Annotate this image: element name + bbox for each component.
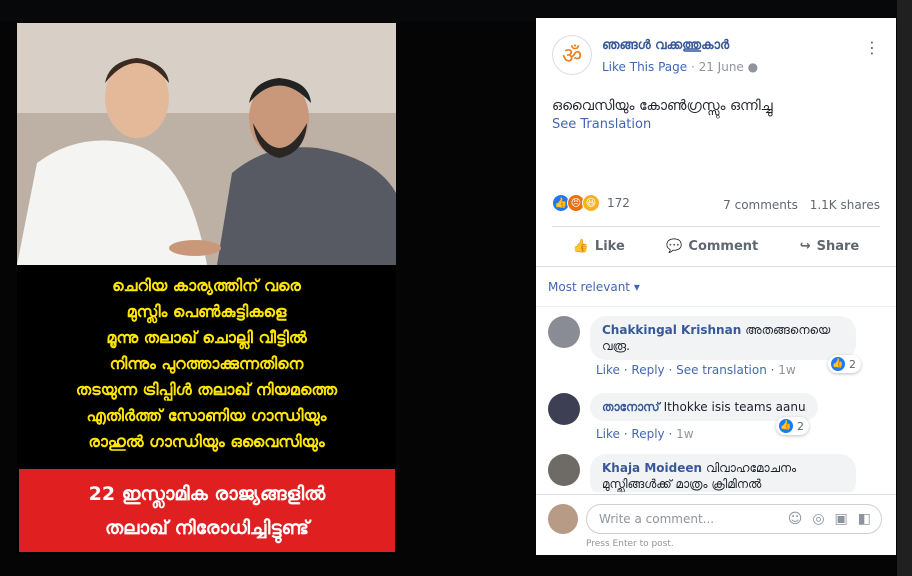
comment-composer: Write a comment... ☺ ◎ ▣ ◧ Press Enter t… (536, 494, 896, 555)
share-button[interactable]: ↪ Share (800, 239, 860, 254)
caret-down-icon: ▾ (633, 280, 640, 294)
comment-item: Chakkingal Krishnan അതങ്ങനെയെ വരൂ. 👍 2 Lik… (548, 316, 888, 382)
post-date[interactable]: 21 June (699, 60, 744, 74)
share-button-label: Share (816, 238, 860, 254)
red-caption-line: 22 ഇസ്ലാമിക രാജ്യങ്ങളിൽ (88, 483, 326, 505)
gif-icon[interactable]: ▣ (835, 505, 848, 533)
comment-actions: Like · Reply · 1w (596, 427, 694, 441)
user-avatar (548, 504, 578, 534)
sticker-icon[interactable]: ◧ (858, 505, 871, 533)
thumbs-up-icon: 👍 (572, 238, 589, 254)
camera-icon[interactable]: ◎ (812, 505, 824, 533)
photo-area (17, 23, 396, 265)
divider (536, 266, 896, 267)
comment-like-link[interactable]: Like (596, 363, 620, 377)
image-caption-yellow: ചെറിയ കാര്യത്തിന് വരെ മുസ്ലിം പെൺകുട്ടിക… (17, 273, 396, 455)
caption-line: എതിർത്ത് സോണിയ ഗാന്ധിയും (86, 406, 327, 425)
comment-actions: Like · Reply · See translation · 1w (596, 363, 796, 377)
commenter-avatar[interactable] (548, 393, 580, 425)
more-options-icon[interactable]: ⋮ (864, 38, 880, 57)
globe-icon: ● (747, 60, 759, 74)
like-button-label: Like (594, 238, 625, 254)
comment-reply-link[interactable]: Reply (631, 363, 664, 377)
caption-line: നിന്നും പുറത്താക്കുന്നതിനെ (109, 354, 304, 373)
reaction-summary[interactable]: 👍 😠 😆 172 (552, 194, 630, 212)
comment-bubble-icon: 💬 (666, 238, 683, 254)
comment-bubble: Khaja Moideen വിവാഹമോചനം മുസ്ലിങ്ങൾക്ക് മ… (590, 454, 856, 492)
reaction-count: 172 (607, 196, 630, 210)
comments-count-link[interactable]: 7 comments (723, 198, 798, 212)
divider (536, 306, 896, 307)
like-reaction-icon: 👍 (778, 418, 794, 434)
like-page-link[interactable]: Like This Page (602, 60, 687, 74)
comment-reaction-count: 2 (797, 419, 804, 433)
post-text: ഒവൈസിയും കോൺഗ്രസ്സും ഒന്നിച്ചു (552, 98, 773, 114)
composer-icons: ☺ ◎ ▣ ◧ (788, 505, 871, 533)
caption-line: മുസ്ലിം പെൺകുട്ടികളെ (126, 302, 287, 321)
commenter-avatar[interactable] (548, 454, 580, 486)
comment-reply-link[interactable]: Reply (631, 427, 664, 441)
red-caption-line: തലാഖ് നിരോധിച്ചിട്ടുണ്ട് (105, 517, 309, 539)
post-side-panel: ॐ ഞങ്ങൾ വക്കത്തുകാർ Like This Page · 21 … (536, 18, 896, 555)
shares-count-link[interactable]: 1.1K shares (810, 198, 880, 212)
comment-author-link[interactable]: Chakkingal Krishnan (602, 323, 741, 337)
haha-reaction-icon: 😆 (582, 194, 600, 212)
comment-see-translation-link[interactable]: See translation (676, 363, 767, 377)
post-actions: 👍 Like 💬 Comment ↪ Share (552, 230, 880, 262)
caption-line: തടയുന്ന ട്രിപ്പിൾ തലാഖ് നിയമത്തെ (75, 380, 338, 399)
caption-line: ചെറിയ കാര്യത്തിന് വരെ (112, 276, 301, 295)
image-caption-red: 22 ഇസ്ലാമിക രാജ്യങ്ങളിൽ തലാഖ് നിരോധിച്ചി… (19, 469, 395, 552)
comment-time[interactable]: 1w (778, 363, 795, 377)
page-avatar[interactable]: ॐ (552, 35, 592, 75)
comment-reaction-badge[interactable]: 👍 2 (776, 417, 809, 435)
caption-line: മൂന്നു തലാഖ് ചൊല്ലി വീട്ടിൽ (106, 328, 307, 347)
post-meta: Like This Page · 21 June ● (602, 60, 758, 74)
comment-time[interactable]: 1w (676, 427, 693, 441)
like-reaction-icon: 👍 (830, 356, 846, 372)
caption-line: രാഹുൽ ഗാന്ധിയും ഒവൈസിയും (88, 432, 325, 451)
comment-reaction-count: 2 (849, 357, 856, 371)
photo-illustration (17, 23, 396, 265)
dot-separator: · (690, 60, 699, 74)
comment-text: Ithokke isis teams aanu (663, 400, 806, 414)
engagement-counts: 7 comments 1.1K shares (715, 198, 880, 212)
comment-input[interactable]: Write a comment... ☺ ◎ ▣ ◧ (586, 504, 882, 534)
comment-item: താനോസ് Ithokke isis teams aanu 👍 2 Like · … (548, 393, 888, 443)
comment-button[interactable]: 💬 Comment (666, 239, 758, 254)
comment-author-link[interactable]: താനോസ് (602, 400, 660, 414)
comment-reaction-badge[interactable]: 👍 2 (828, 355, 861, 373)
page-name-link[interactable]: ഞങ്ങൾ വക്കത്തുകാർ (602, 38, 729, 53)
filter-label: Most relevant (548, 280, 631, 294)
comment-bubble: Chakkingal Krishnan അതങ്ങനെയെ വരൂ. (590, 316, 856, 360)
comment-input-placeholder: Write a comment... (599, 512, 715, 526)
press-enter-hint: Press Enter to post. (586, 539, 674, 549)
see-translation-link[interactable]: See Translation (552, 117, 651, 132)
comment-item: Khaja Moideen വിവാഹമോചനം മുസ്ലിങ്ങൾക്ക് മ… (548, 454, 888, 492)
share-arrow-icon: ↪ (799, 238, 811, 254)
emoji-icon[interactable]: ☺ (788, 505, 803, 533)
comment-filter-dropdown[interactable]: Most relevant ▾ (548, 280, 640, 294)
like-button[interactable]: 👍 Like (573, 239, 625, 254)
divider (552, 226, 880, 227)
comment-author-link[interactable]: Khaja Moideen (602, 461, 702, 475)
comment-button-label: Comment (688, 238, 759, 254)
background-strip (897, 0, 912, 576)
commenter-avatar[interactable] (548, 316, 580, 348)
comment-like-link[interactable]: Like (596, 427, 620, 441)
post-image[interactable]: ചെറിയ കാര്യത്തിന് വരെ മുസ്ലിം പെൺകുട്ടിക… (17, 23, 396, 554)
